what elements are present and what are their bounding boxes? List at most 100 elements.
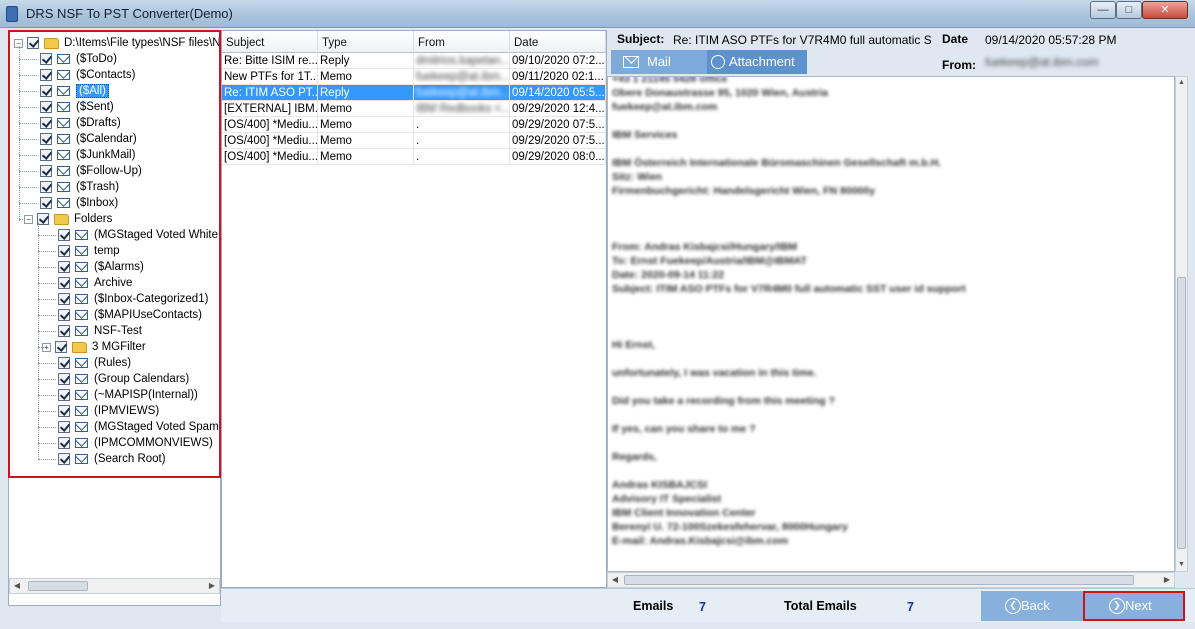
tree-item[interactable]: (Group Calendars) xyxy=(58,371,189,387)
tree-item[interactable]: (MGStaged Voted White xyxy=(58,227,218,243)
scroll-right-icon[interactable]: ▶ xyxy=(205,579,219,593)
email-list[interactable]: Subject Type From Date Re: Bitte ISIM re… xyxy=(221,30,607,588)
mail-icon xyxy=(75,294,88,304)
email-cell-type: Memo xyxy=(318,133,414,149)
tree-item[interactable]: NSF-Test xyxy=(58,323,142,339)
scroll-thumb[interactable] xyxy=(1177,277,1186,549)
tree-item[interactable]: ($JunkMail) xyxy=(40,147,135,163)
checkbox[interactable] xyxy=(58,293,70,305)
tree-horizontal-scrollbar[interactable]: ◀ ▶ xyxy=(9,578,220,594)
checkbox[interactable] xyxy=(40,117,52,129)
next-button[interactable]: ❯ Next xyxy=(1083,591,1185,621)
close-icon[interactable]: ✕ xyxy=(1142,1,1188,19)
email-row[interactable]: [OS/400] *Mediu... Memo. 09/29/2020 07:5..… xyxy=(222,133,606,149)
tree-item[interactable]: temp xyxy=(58,243,120,259)
tree-item[interactable]: (IPMVIEWS) xyxy=(58,403,159,419)
tree-item[interactable]: ($Drafts) xyxy=(40,115,121,131)
column-date[interactable]: Date xyxy=(510,31,606,53)
scroll-left-icon[interactable]: ◀ xyxy=(10,579,24,593)
body-horizontal-scrollbar[interactable]: ◀ ▶ xyxy=(607,572,1175,588)
tree-item[interactable]: (~MAPISP(Internal)) xyxy=(58,387,198,403)
checkbox[interactable] xyxy=(58,373,70,385)
tree-item[interactable]: ($Inbox) xyxy=(40,195,118,211)
tree-item[interactable]: ($ToDo) xyxy=(40,51,117,67)
checkbox[interactable] xyxy=(40,85,52,97)
tab-attachment-label: Attachment xyxy=(729,54,795,69)
email-cell-from: fuekeep@at.ibm... xyxy=(414,85,510,101)
column-type[interactable]: Type xyxy=(318,31,414,53)
email-cell-from-text: . xyxy=(416,119,420,131)
email-body-line: Subject: ITIM ASO PTFs for V7R4M0 full a… xyxy=(612,283,966,295)
tree-item[interactable]: ($Follow-Up) xyxy=(40,163,142,179)
tree-connector xyxy=(19,107,37,108)
tab-mail[interactable]: Mail xyxy=(611,50,707,74)
folder-tree[interactable]: − D:\Items\File types\NSF files\N ($ToDo… xyxy=(8,30,221,478)
tree-item[interactable]: ($Trash) xyxy=(40,179,119,195)
tree-item[interactable]: (MGStaged Voted Spam xyxy=(58,419,219,435)
tree-item[interactable]: (Search Root) xyxy=(58,451,166,467)
email-row[interactable]: Re: ITIM ASO PT... Reply fuekeep@at.ibm...… xyxy=(222,85,606,101)
checkbox[interactable] xyxy=(58,277,70,289)
collapse-icon[interactable]: − xyxy=(24,214,33,224)
checkbox[interactable] xyxy=(58,245,70,257)
checkbox[interactable] xyxy=(40,101,52,113)
tree-item[interactable]: Archive xyxy=(58,275,132,291)
mail-icon xyxy=(57,182,70,192)
checkbox[interactable] xyxy=(40,149,52,161)
scroll-left-icon[interactable]: ◀ xyxy=(608,573,622,587)
tree-connector xyxy=(38,251,56,252)
scroll-right-icon[interactable]: ▶ xyxy=(1160,573,1174,587)
checkbox[interactable] xyxy=(40,69,52,81)
tree-item[interactable]: (IPMCOMMONVIEWS) xyxy=(58,435,213,451)
email-body[interactable]: +43 1 21145 5428 office Obere Donaustrass… xyxy=(607,76,1175,572)
tree-item[interactable]: ($Calendar) xyxy=(40,131,137,147)
tree-connector xyxy=(19,219,25,220)
checkbox[interactable] xyxy=(40,181,52,193)
scroll-thumb[interactable] xyxy=(28,581,88,591)
scroll-up-icon[interactable]: ▲ xyxy=(1176,77,1187,89)
checkbox[interactable] xyxy=(58,389,70,401)
email-row[interactable]: [EXTERNAL] IBM... Memo IBM Redbooks <... 09… xyxy=(222,101,606,117)
tree-item[interactable]: (Rules) xyxy=(58,355,131,371)
body-vertical-scrollbar[interactable]: ▲ ▼ xyxy=(1175,76,1188,572)
back-button[interactable]: ❮ Back xyxy=(981,591,1083,621)
tree-item[interactable]: ($Contacts) xyxy=(40,67,135,83)
tree-root[interactable]: − D:\Items\File types\NSF files\N xyxy=(14,35,219,51)
scroll-down-icon[interactable]: ▼ xyxy=(1176,559,1187,571)
checkbox[interactable] xyxy=(58,229,70,241)
tree-item[interactable]: ($Inbox-Categorized1) xyxy=(58,291,208,307)
email-row[interactable]: [OS/400] *Mediu... Memo. 09/29/2020 08:0..… xyxy=(222,149,606,165)
tab-attachment[interactable]: Attachment xyxy=(707,50,807,74)
checkbox[interactable] xyxy=(58,421,70,433)
scroll-thumb[interactable] xyxy=(624,575,1134,585)
checkbox[interactable] xyxy=(58,261,70,273)
checkbox[interactable] xyxy=(55,341,67,353)
email-row[interactable]: New PTFs for 1T... Memo fuekeep@at.ibm... 0… xyxy=(222,69,606,85)
minimize-icon[interactable]: — xyxy=(1090,1,1116,19)
tree-item-label: ($Contacts) xyxy=(76,69,136,81)
column-from[interactable]: From xyxy=(414,31,510,53)
email-row[interactable]: [OS/400] *Mediu... Memo. 09/29/2020 07:5..… xyxy=(222,117,606,133)
tree-item[interactable]: ($MAPIUseContacts) xyxy=(58,307,202,323)
checkbox[interactable] xyxy=(58,453,70,465)
checkbox[interactable] xyxy=(58,325,70,337)
checkbox[interactable] xyxy=(40,165,52,177)
checkbox[interactable] xyxy=(27,37,39,49)
email-cell-subject: Re: Bitte ISIM re... xyxy=(222,53,318,69)
checkbox[interactable] xyxy=(58,309,70,321)
email-row[interactable]: Re: Bitte ISIM re... Reply dmitrios.kapeta… xyxy=(222,53,606,69)
checkbox[interactable] xyxy=(58,357,70,369)
tree-item[interactable]: ($Sent) xyxy=(40,99,114,115)
checkbox[interactable] xyxy=(58,405,70,417)
tree-item[interactable]: ($Alarms) xyxy=(58,259,144,275)
tree-item[interactable]: +3 MGFilter xyxy=(42,339,146,355)
tree-item[interactable]: ($All) xyxy=(40,83,109,99)
checkbox[interactable] xyxy=(40,53,52,65)
email-cell-date-text: 09/29/2020 07:5... xyxy=(512,119,605,131)
checkbox[interactable] xyxy=(40,133,52,145)
tree-item[interactable]: − Folders xyxy=(24,211,112,227)
checkbox[interactable] xyxy=(40,197,52,209)
maximize-icon[interactable]: □ xyxy=(1116,1,1142,19)
column-subject[interactable]: Subject xyxy=(222,31,318,53)
checkbox[interactable] xyxy=(58,437,70,449)
